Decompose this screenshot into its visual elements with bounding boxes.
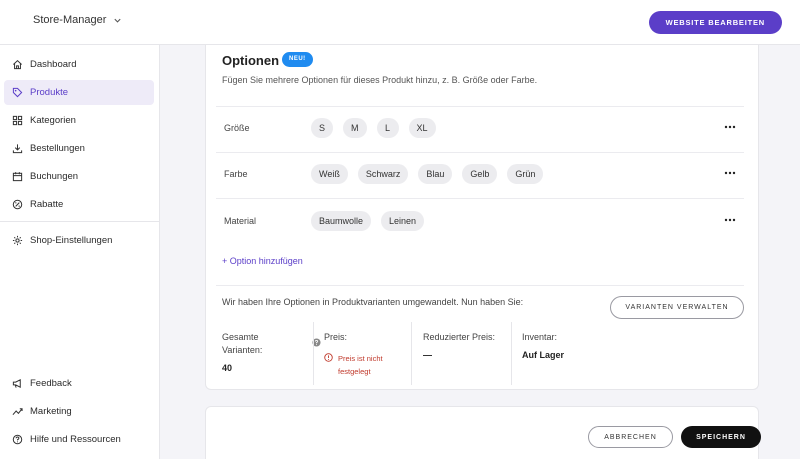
sidebar-item-bookings[interactable]: Buchungen bbox=[4, 164, 154, 189]
manage-variants-button[interactable]: VARIANTEN VERWALTEN bbox=[610, 296, 744, 319]
more-horizontal-icon bbox=[724, 218, 736, 222]
more-options-button[interactable] bbox=[719, 117, 741, 137]
option-row-material: Material Baumwolle Leinen bbox=[224, 207, 744, 237]
sidebar-item-label: Shop-Einstellungen bbox=[30, 235, 113, 246]
variants-info-text: Wir haben Ihre Optionen in Produktvarian… bbox=[222, 297, 524, 307]
stat-inventory: Inventar: Auf Lager bbox=[522, 331, 622, 383]
add-option-link[interactable]: + Option hinzufügen bbox=[222, 256, 303, 266]
sidebar-item-label: Buchungen bbox=[30, 171, 79, 182]
sidebar-item-label: Kategorien bbox=[30, 115, 76, 126]
sidebar: Dashboard Produkte Kategorien Bestellung… bbox=[0, 45, 160, 459]
row-divider bbox=[216, 106, 744, 107]
option-value-chip: Weiß bbox=[311, 164, 348, 184]
option-value-chip: Leinen bbox=[381, 211, 425, 231]
gear-icon bbox=[12, 235, 23, 246]
chevron-down-icon bbox=[114, 18, 121, 23]
option-value-chip: Schwarz bbox=[357, 164, 409, 184]
top-bar: Store-Manager WEBSITE BEARBEITEN bbox=[0, 0, 800, 45]
sidebar-divider bbox=[0, 221, 159, 222]
sidebar-item-products[interactable]: Produkte bbox=[4, 80, 154, 105]
grid-icon bbox=[12, 115, 23, 126]
option-label: Material bbox=[224, 216, 257, 226]
option-value-chip: XL bbox=[408, 118, 436, 138]
discount-icon bbox=[12, 199, 23, 210]
download-icon bbox=[12, 144, 23, 154]
sidebar-item-categories[interactable]: Kategorien bbox=[4, 108, 154, 133]
sidebar-item-feedback[interactable]: Feedback bbox=[4, 371, 154, 396]
trend-icon bbox=[12, 408, 23, 416]
sidebar-item-discounts[interactable]: Rabatte bbox=[4, 192, 154, 217]
option-row-color: Farbe Weiß Schwarz Blau Gelb Grün bbox=[224, 160, 744, 190]
row-divider bbox=[216, 198, 744, 199]
section-divider bbox=[216, 285, 744, 286]
option-value-chip: L bbox=[376, 118, 399, 138]
alert-circle-icon bbox=[324, 353, 333, 362]
option-values: Weiß Schwarz Blau Gelb Grün bbox=[311, 164, 544, 184]
megaphone-icon bbox=[12, 379, 21, 388]
stat-label: Reduzierter Preis: bbox=[423, 332, 496, 342]
home-icon bbox=[13, 59, 22, 70]
help-circle-icon bbox=[12, 434, 23, 445]
option-value-chip: S bbox=[311, 118, 334, 138]
option-row-size: Größe S M L XL bbox=[224, 114, 744, 144]
sidebar-item-shop-settings[interactable]: Shop-Einstellungen bbox=[4, 228, 154, 253]
more-options-button[interactable] bbox=[719, 210, 741, 230]
more-options-button[interactable] bbox=[719, 163, 741, 183]
sidebar-item-dashboard[interactable]: Dashboard bbox=[4, 52, 154, 77]
stat-divider bbox=[411, 322, 412, 385]
store-name: Store-Manager bbox=[33, 14, 107, 26]
option-value-chip: Blau bbox=[418, 164, 453, 184]
option-value-chip: Gelb bbox=[462, 164, 498, 184]
stat-divider bbox=[511, 322, 512, 385]
row-divider bbox=[216, 152, 744, 153]
sidebar-item-help[interactable]: Hilfe und Ressourcen bbox=[4, 427, 154, 452]
price-error-text: Preis ist nicht festgelegt bbox=[338, 354, 383, 376]
option-value-chip: Grün bbox=[507, 164, 544, 184]
option-label: Größe bbox=[224, 123, 250, 133]
store-switcher[interactable]: Store-Manager bbox=[33, 14, 122, 26]
sidebar-item-label: Hilfe und Ressourcen bbox=[30, 434, 121, 445]
option-values: S M L XL bbox=[311, 118, 436, 138]
option-value-chip: Baumwolle bbox=[311, 211, 372, 231]
stat-label: Gesamte Varianten: bbox=[222, 332, 263, 355]
sidebar-item-label: Bestellungen bbox=[30, 143, 85, 154]
stat-reduced-price: Reduzierter Preis: — bbox=[423, 331, 515, 383]
options-card: Optionen NEU! Fügen Sie mehrere Optionen… bbox=[205, 45, 759, 390]
cancel-button[interactable]: ABBRECHEN bbox=[588, 426, 673, 448]
edit-website-button[interactable]: WEBSITE BEARBEITEN bbox=[648, 11, 782, 34]
stat-value: 40 bbox=[222, 363, 233, 373]
tag-icon bbox=[12, 87, 23, 98]
option-label: Farbe bbox=[224, 169, 248, 179]
price-error: Preis ist nicht festgelegt bbox=[324, 352, 414, 378]
stat-label: Preis: bbox=[324, 332, 348, 342]
stat-value: — bbox=[423, 350, 432, 360]
sidebar-item-marketing[interactable]: Marketing bbox=[4, 399, 154, 424]
options-description: Fügen Sie mehrere Optionen für dieses Pr… bbox=[222, 75, 538, 85]
sidebar-item-label: Produkte bbox=[30, 87, 69, 98]
sidebar-item-label: Rabatte bbox=[30, 199, 64, 210]
options-title: Optionen bbox=[222, 53, 280, 68]
sidebar-item-orders[interactable]: Bestellungen bbox=[4, 136, 154, 161]
sidebar-item-label: Feedback bbox=[30, 378, 72, 389]
sidebar-item-label: Marketing bbox=[30, 406, 72, 417]
next-card bbox=[205, 406, 759, 459]
more-horizontal-icon bbox=[724, 125, 736, 129]
more-horizontal-icon bbox=[724, 171, 736, 175]
save-button[interactable]: SPEICHERN bbox=[681, 426, 761, 448]
option-value-chip: M bbox=[343, 118, 367, 138]
stat-divider bbox=[313, 322, 314, 385]
stat-value: Auf Lager bbox=[522, 350, 565, 360]
calendar-icon bbox=[12, 172, 23, 182]
stat-total-variants: Gesamte Varianten: 40 bbox=[222, 331, 321, 383]
sidebar-item-label: Dashboard bbox=[30, 59, 77, 70]
option-values: Baumwolle Leinen bbox=[311, 211, 425, 231]
stat-price: Preis: Preis ist nicht festgelegt bbox=[324, 331, 414, 383]
new-badge: NEU! bbox=[282, 52, 313, 67]
stat-label: Inventar: bbox=[522, 332, 558, 342]
